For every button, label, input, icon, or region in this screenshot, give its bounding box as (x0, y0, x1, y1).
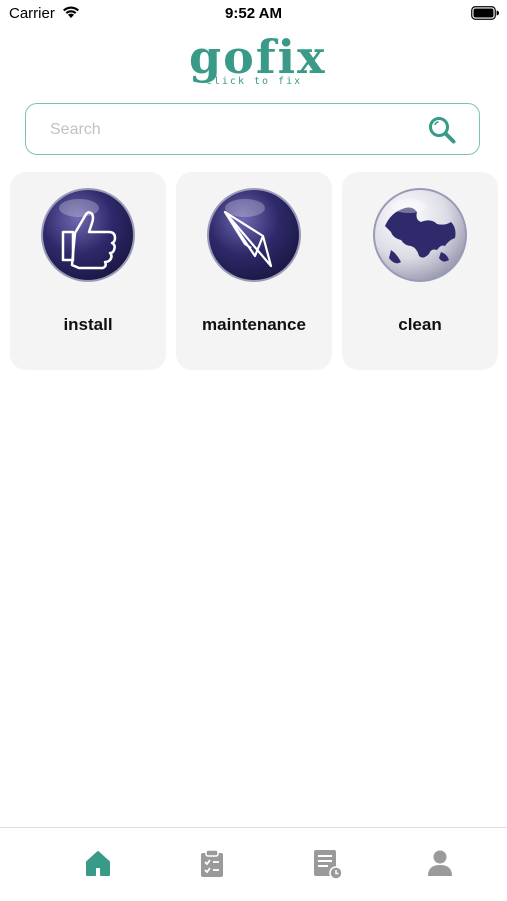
search-input[interactable] (48, 104, 422, 155)
status-time: 9:52 AM (225, 5, 282, 22)
search-icon[interactable] (427, 115, 457, 150)
tab-profile[interactable] (377, 828, 503, 901)
category-grid: install maintenance clean (10, 172, 498, 370)
logo-wordmark: gofix (189, 30, 327, 84)
user-icon (428, 850, 452, 876)
category-card-install[interactable]: install (10, 172, 166, 370)
search-bar[interactable] (25, 103, 480, 155)
home-icon (86, 851, 110, 876)
category-card-maintenance[interactable]: maintenance (176, 172, 332, 370)
category-label: maintenance (202, 315, 306, 334)
clipboard-icon (201, 849, 223, 877)
paper-plane-icon (205, 186, 303, 284)
globe-icon (371, 186, 469, 284)
document-clock-icon (314, 850, 343, 880)
tab-orders[interactable] (149, 828, 275, 901)
category-card-clean[interactable]: clean (342, 172, 498, 370)
app-logo: gofix click to fix (189, 30, 327, 94)
logo-tagline: click to fix (205, 76, 303, 87)
tab-bar (0, 827, 507, 901)
thumbs-up-icon (39, 186, 137, 284)
status-bar: Carrier 9:52 AM (0, 0, 507, 28)
tab-home[interactable] (35, 828, 161, 901)
tab-history[interactable] (263, 828, 389, 901)
category-label: install (63, 315, 113, 334)
category-label: clean (398, 315, 442, 334)
battery-icon (471, 6, 499, 25)
